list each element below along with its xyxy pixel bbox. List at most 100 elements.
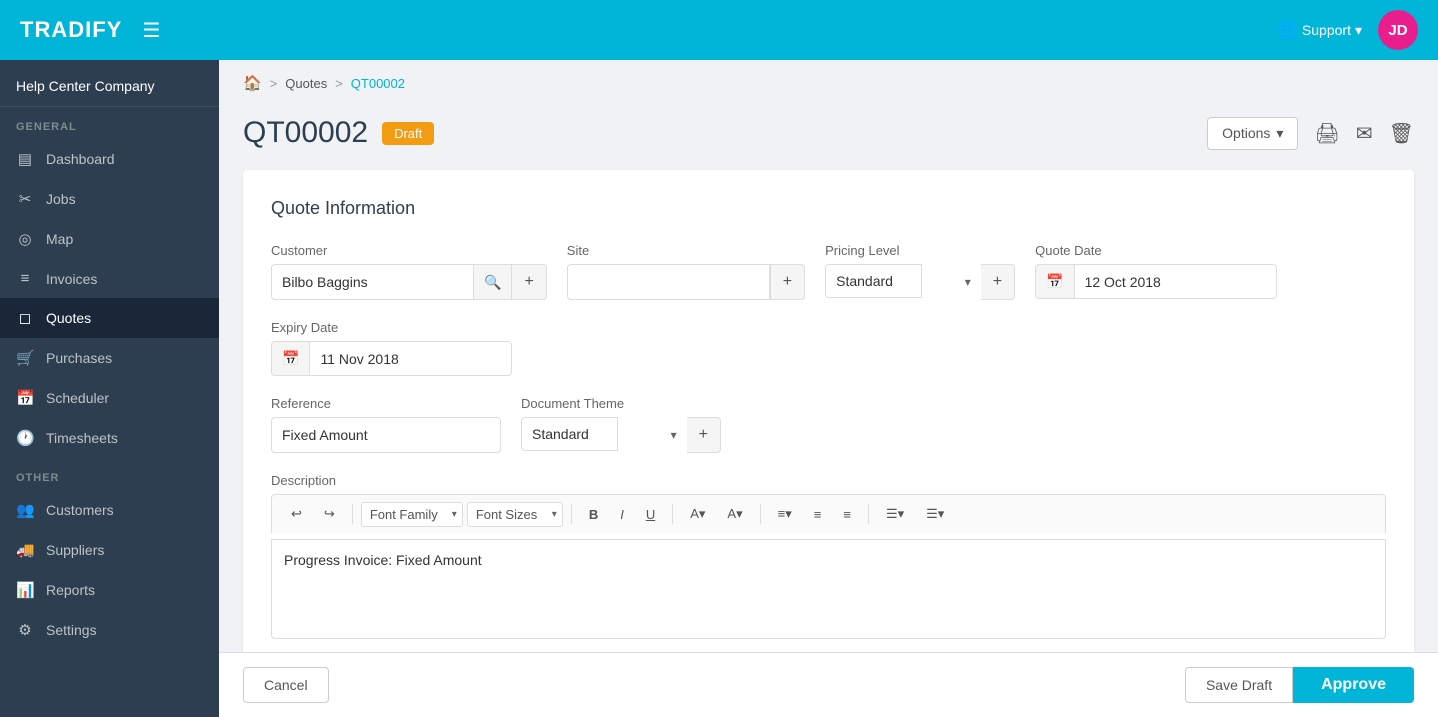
sidebar: Help Center Company GENERAL ▤ Dashboard … xyxy=(0,60,219,717)
customer-input-wrapper: 🔍 + xyxy=(271,264,547,300)
globe-icon: 🌐 xyxy=(1276,20,1298,41)
pricing-select-wrapper: Standard Premium Basic ▾ + xyxy=(825,264,1015,300)
customer-field-group: Customer 🔍 + xyxy=(271,243,547,300)
editor-sep-1 xyxy=(352,504,353,524)
settings-icon: ⚙ xyxy=(16,621,34,639)
doc-theme-add-button[interactable]: + xyxy=(687,417,721,453)
breadcrumb-quotes[interactable]: Quotes xyxy=(285,76,327,91)
sidebar-item-customers[interactable]: 👥 Customers xyxy=(0,490,219,530)
suppliers-icon: 🚚 xyxy=(16,541,34,559)
page-header: QT00002 Draft Options ▾ 🖨 ✉ 🗑 xyxy=(243,106,1414,150)
main-layout: Help Center Company GENERAL ▤ Dashboard … xyxy=(0,60,1438,717)
pricing-level-select[interactable]: Standard Premium Basic xyxy=(825,264,922,298)
sidebar-item-timesheets[interactable]: 🕐 Timesheets xyxy=(0,418,219,458)
expiry-date-input[interactable] xyxy=(310,343,511,375)
section-general: GENERAL xyxy=(0,107,219,139)
user-avatar[interactable]: JD xyxy=(1378,10,1418,50)
app-logo: TRADIFY xyxy=(20,17,122,43)
form-row-2: Reference Document Theme Standard Modern… xyxy=(271,396,1386,453)
customer-add-button[interactable]: + xyxy=(512,264,546,300)
editor-underline-button[interactable]: U xyxy=(637,502,664,527)
editor-ordered-list-button[interactable]: ☰▾ xyxy=(917,501,953,527)
editor-redo-button[interactable]: ↪ xyxy=(315,501,344,527)
quote-information-card: Quote Information Customer 🔍 + Site xyxy=(243,170,1414,652)
reference-input[interactable] xyxy=(271,417,501,453)
support-menu[interactable]: 🌐 Support ▾ xyxy=(1276,20,1363,41)
pricing-add-button[interactable]: + xyxy=(981,264,1015,300)
quote-date-input[interactable] xyxy=(1075,266,1276,298)
sidebar-label-timesheets: Timesheets xyxy=(46,430,118,446)
editor-align-right-button[interactable]: ≡ xyxy=(834,502,860,527)
sidebar-item-map[interactable]: ◎ Map xyxy=(0,219,219,259)
editor-unordered-list-button[interactable]: ☰▾ xyxy=(877,501,913,527)
print-icon[interactable]: 🖨 xyxy=(1314,121,1339,146)
sidebar-item-settings[interactable]: ⚙ Settings xyxy=(0,610,219,650)
navbar: TRADIFY ☰ 🌐 Support ▾ JD xyxy=(0,0,1438,60)
customer-input[interactable] xyxy=(271,264,474,300)
page-actions: Options ▾ 🖨 ✉ 🗑 xyxy=(1207,117,1414,150)
editor-sep-4 xyxy=(760,504,761,524)
quotes-icon: ◻ xyxy=(16,309,34,327)
editor-undo-button[interactable]: ↩ xyxy=(282,501,311,527)
expiry-date-input-wrapper: 📅 xyxy=(271,341,512,376)
sidebar-item-scheduler[interactable]: 📅 Scheduler xyxy=(0,378,219,418)
sidebar-item-dashboard[interactable]: ▤ Dashboard xyxy=(0,139,219,179)
footer: Cancel Save Draft Approve xyxy=(219,652,1438,717)
customer-search-button[interactable]: 🔍 xyxy=(474,264,512,300)
email-icon[interactable]: ✉ xyxy=(1356,121,1373,146)
site-field-group: Site + xyxy=(567,243,805,300)
sidebar-item-reports[interactable]: 📊 Reports xyxy=(0,570,219,610)
purchases-icon: 🛒 xyxy=(16,349,34,367)
form-row-description: Description ↩ ↪ Font Family ▾ xyxy=(271,473,1386,639)
map-icon: ◎ xyxy=(16,230,34,248)
delete-icon[interactable]: 🗑 xyxy=(1389,121,1414,146)
sidebar-item-purchases[interactable]: 🛒 Purchases xyxy=(0,338,219,378)
quote-date-field-group: Quote Date 📅 xyxy=(1035,243,1276,300)
font-sizes-select-wrap: Font Sizes ▾ xyxy=(467,502,563,527)
doc-theme-select[interactable]: Standard Modern Classic xyxy=(521,417,618,451)
options-chevron-icon: ▾ xyxy=(1276,125,1283,142)
pricing-level-field-group: Pricing Level Standard Premium Basic ▾ xyxy=(825,243,1015,300)
editor-italic-button[interactable]: I xyxy=(611,502,633,527)
editor-sep-5 xyxy=(868,504,869,524)
editor-highlight-button[interactable]: A▾ xyxy=(718,501,751,527)
customer-label: Customer xyxy=(271,243,547,258)
breadcrumb: 🏠 > Quotes > QT00002 xyxy=(219,60,1438,106)
cancel-button[interactable]: Cancel xyxy=(243,667,329,703)
sidebar-item-suppliers[interactable]: 🚚 Suppliers xyxy=(0,530,219,570)
breadcrumb-sep-2: > xyxy=(335,76,343,91)
doc-theme-label: Document Theme xyxy=(521,396,721,411)
font-family-select[interactable]: Font Family xyxy=(361,502,463,527)
sidebar-item-invoices[interactable]: ≡ Invoices xyxy=(0,259,219,298)
hamburger-menu[interactable]: ☰ xyxy=(142,18,160,43)
editor-align-center-button[interactable]: ≡ xyxy=(805,502,831,527)
reference-label: Reference xyxy=(271,396,501,411)
support-label: Support xyxy=(1302,22,1351,38)
options-button[interactable]: Options ▾ xyxy=(1207,117,1298,150)
editor-sep-2 xyxy=(571,504,572,524)
site-add-button[interactable]: + xyxy=(770,264,805,300)
font-sizes-select[interactable]: Font Sizes xyxy=(467,502,563,527)
reference-field-group: Reference xyxy=(271,396,501,453)
editor-align-left-button[interactable]: ≡▾ xyxy=(769,501,801,527)
customers-icon: 👥 xyxy=(16,501,34,519)
editor-bold-button[interactable]: B xyxy=(580,502,607,527)
sidebar-item-quotes[interactable]: ◻ Quotes xyxy=(0,298,219,338)
timesheets-icon: 🕐 xyxy=(16,429,34,447)
status-badge: Draft xyxy=(382,122,434,145)
doc-theme-chevron-icon: ▾ xyxy=(671,428,677,442)
sidebar-label-settings: Settings xyxy=(46,622,97,638)
approve-button[interactable]: Approve xyxy=(1293,667,1414,703)
sidebar-item-jobs[interactable]: ✂ Jobs xyxy=(0,179,219,219)
expiry-date-label: Expiry Date xyxy=(271,320,512,335)
expiry-date-calendar-icon: 📅 xyxy=(272,342,310,375)
content-area: 🏠 > Quotes > QT00002 QT00002 Draft Optio… xyxy=(219,60,1438,717)
description-label: Description xyxy=(271,473,1386,488)
editor-font-color-button[interactable]: A▾ xyxy=(681,501,714,527)
save-draft-button[interactable]: Save Draft xyxy=(1185,667,1293,703)
page-title-area: QT00002 Draft xyxy=(243,116,434,150)
sidebar-label-suppliers: Suppliers xyxy=(46,542,104,558)
breadcrumb-home[interactable]: 🏠 xyxy=(243,74,262,92)
editor-content[interactable]: Progress Invoice: Fixed Amount xyxy=(271,539,1386,639)
site-input[interactable] xyxy=(567,264,770,300)
